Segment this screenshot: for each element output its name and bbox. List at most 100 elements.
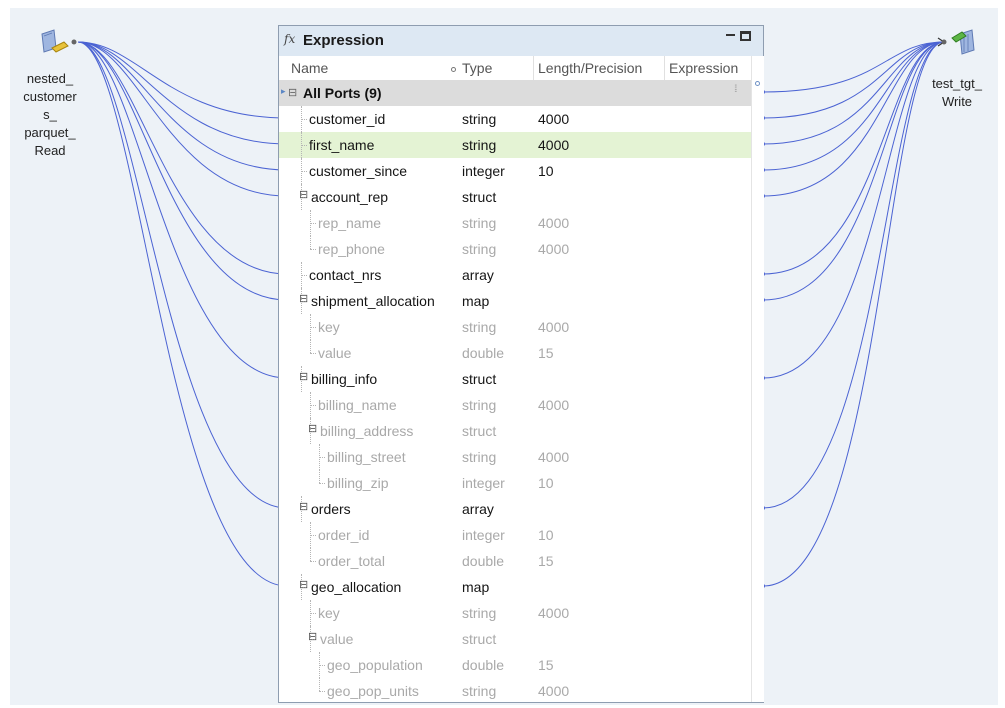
port-row[interactable]: rep_name string 4000 bbox=[279, 210, 751, 236]
vertical-scrollbar[interactable] bbox=[751, 56, 764, 702]
port-row[interactable]: customer_since integer 10 bbox=[279, 158, 751, 184]
link-arrow-icon: ▸ bbox=[281, 86, 286, 96]
target-node-label[interactable]: test_tgt_ Write bbox=[925, 75, 989, 111]
source-node-label[interactable]: nested_ customer s_ parquet_ Read bbox=[18, 70, 82, 160]
collapse-icon[interactable]: ⊟ bbox=[299, 502, 308, 513]
expression-title-bar[interactable]: fx Expression bbox=[279, 26, 763, 57]
port-row[interactable]: order_total double 15 bbox=[279, 548, 751, 574]
port-row[interactable]: ⊟ shipment_allocation map bbox=[279, 288, 751, 314]
port-type: string bbox=[462, 449, 497, 465]
port-name: order_total bbox=[318, 553, 385, 569]
port-row[interactable]: billing_name string 4000 bbox=[279, 392, 751, 418]
target-write-icon[interactable] bbox=[940, 26, 982, 58]
collapse-icon[interactable]: ⊟ bbox=[308, 424, 317, 435]
port-row[interactable]: ⊟ orders array bbox=[279, 496, 751, 522]
tree-connector bbox=[310, 522, 311, 548]
port-type: string bbox=[462, 319, 497, 335]
port-name: billing_name bbox=[318, 397, 397, 413]
port-name: key bbox=[318, 605, 340, 621]
port-row[interactable]: contact_nrs array bbox=[279, 262, 751, 288]
port-type: string bbox=[462, 683, 497, 699]
port-row[interactable]: geo_population double 15 bbox=[279, 652, 751, 678]
port-type: string bbox=[462, 605, 497, 621]
port-length: 4000 bbox=[538, 215, 570, 231]
port-row[interactable]: ⊟ account_rep struct bbox=[279, 184, 751, 210]
port-name: shipment_allocation bbox=[311, 293, 435, 309]
port-type: array bbox=[462, 501, 494, 517]
tree-connector bbox=[319, 470, 320, 483]
port-type: struct bbox=[462, 631, 497, 647]
port-name: value bbox=[318, 345, 352, 361]
port-row[interactable]: order_id integer 10 bbox=[279, 522, 751, 548]
column-divider[interactable] bbox=[533, 56, 534, 80]
port-name: billing_info bbox=[311, 371, 378, 387]
minimize-button[interactable] bbox=[726, 34, 735, 36]
all-ports-group[interactable]: ▸ ⊟ All Ports (9) ⁞⁞ bbox=[279, 80, 751, 106]
parquet-source-icon[interactable] bbox=[38, 28, 78, 58]
collapse-icon[interactable]: ⊟ bbox=[299, 190, 308, 201]
port-row[interactable]: key string 4000 bbox=[279, 600, 751, 626]
tree-connector bbox=[319, 652, 320, 678]
tree-connector bbox=[310, 210, 311, 236]
tree-connector bbox=[301, 158, 302, 184]
scroll-link-indicator[interactable] bbox=[755, 81, 760, 86]
tree-connector bbox=[319, 678, 320, 691]
column-header-length[interactable]: Length/Precision bbox=[538, 60, 642, 76]
tree-connector bbox=[310, 314, 311, 340]
collapse-icon[interactable]: ⊟ bbox=[299, 372, 308, 383]
port-row[interactable]: customer_id string 4000 bbox=[279, 106, 751, 132]
port-type: string bbox=[462, 137, 497, 153]
port-length: 4000 bbox=[538, 683, 570, 699]
port-row[interactable]: geo_pop_units string 4000 bbox=[279, 678, 751, 704]
fx-icon: fx bbox=[284, 32, 296, 46]
port-row[interactable]: ⊟ value struct bbox=[279, 626, 751, 652]
port-length: 4000 bbox=[538, 137, 570, 153]
port-length: 10 bbox=[538, 527, 554, 543]
port-name: billing_address bbox=[320, 423, 414, 439]
port-length: 4000 bbox=[538, 241, 570, 257]
port-row[interactable]: billing_street string 4000 bbox=[279, 444, 751, 470]
tree-connector bbox=[310, 340, 311, 353]
column-header-type[interactable]: Type bbox=[462, 60, 492, 76]
tree-connector bbox=[310, 353, 316, 354]
tree-connector bbox=[301, 132, 302, 158]
port-row[interactable]: ⊟ geo_allocation map bbox=[279, 574, 751, 600]
port-length: 15 bbox=[538, 345, 554, 361]
port-name: rep_phone bbox=[318, 241, 385, 257]
column-header-expression[interactable]: Expression bbox=[669, 60, 738, 76]
tree-connector bbox=[310, 249, 316, 250]
tree-connector bbox=[301, 106, 302, 132]
port-row[interactable]: rep_phone string 4000 bbox=[279, 236, 751, 262]
port-type: double bbox=[462, 657, 505, 673]
port-type: double bbox=[462, 345, 505, 361]
port-row[interactable]: ⊟ billing_address struct bbox=[279, 418, 751, 444]
port-length: 15 bbox=[538, 657, 554, 673]
expression-transformation[interactable]: fx Expression Name Type Length/Precision… bbox=[278, 25, 764, 703]
collapse-icon[interactable]: ⊟ bbox=[308, 632, 317, 643]
grip-icon[interactable]: ⁞⁞ bbox=[734, 84, 737, 95]
port-name: geo_population bbox=[327, 657, 423, 673]
column-header-name[interactable]: Name bbox=[291, 60, 328, 76]
port-type: struct bbox=[462, 423, 497, 439]
column-divider[interactable] bbox=[664, 56, 665, 80]
collapse-icon[interactable]: ⊟ bbox=[299, 294, 308, 305]
port-row[interactable]: key string 4000 bbox=[279, 314, 751, 340]
port-row[interactable]: billing_zip integer 10 bbox=[279, 470, 751, 496]
port-type: map bbox=[462, 293, 490, 309]
port-type: string bbox=[462, 397, 497, 413]
maximize-button[interactable] bbox=[740, 31, 751, 41]
port-length: 4000 bbox=[538, 449, 570, 465]
port-row[interactable]: value double 15 bbox=[279, 340, 751, 366]
port-name: account_rep bbox=[311, 189, 389, 205]
port-name: order_id bbox=[318, 527, 370, 543]
port-type: map bbox=[462, 579, 490, 595]
port-row[interactable]: first_name string 4000 bbox=[279, 132, 751, 158]
tree-connector bbox=[310, 600, 311, 626]
collapse-icon[interactable]: ⊟ bbox=[288, 86, 297, 99]
collapse-icon[interactable]: ⊟ bbox=[299, 580, 308, 591]
port-name: customer_since bbox=[309, 163, 408, 179]
port-type: array bbox=[462, 267, 494, 283]
column-header-row: Name Type Length/Precision Expression bbox=[279, 56, 751, 80]
port-row[interactable]: ⊟ billing_info struct bbox=[279, 366, 751, 392]
tree-connector bbox=[319, 444, 320, 470]
